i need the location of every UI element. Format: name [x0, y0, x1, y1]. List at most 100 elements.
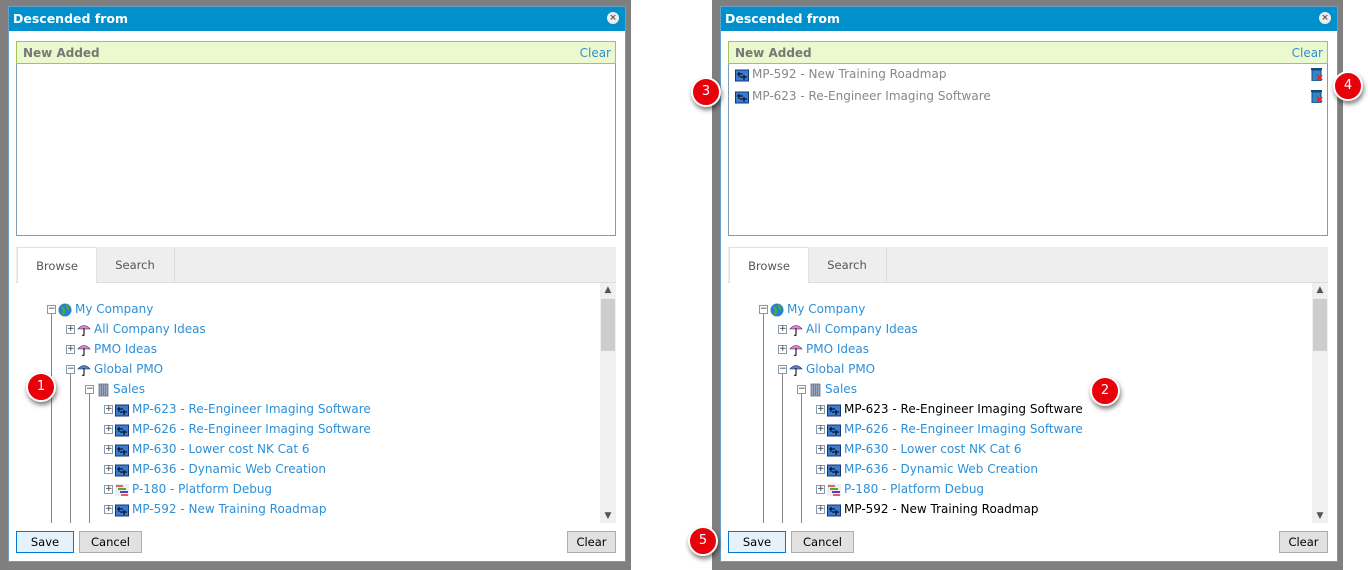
tree-node[interactable]: + All Company Ideas [66, 320, 206, 338]
callout-4: 4 [1333, 71, 1363, 101]
cancel-button[interactable]: Cancel [791, 531, 854, 553]
tab-search[interactable]: Search [96, 247, 175, 283]
tree-node[interactable]: + MP-630 - Lower cost NK Cat 6 [104, 440, 310, 458]
tree-node[interactable]: + MP-592 - New Training Roadmap [104, 500, 326, 518]
tree-scrollbar[interactable]: ▲ ▼ [1312, 283, 1328, 523]
save-button[interactable]: Save [728, 531, 786, 553]
scroll-up-icon[interactable]: ▲ [1312, 285, 1328, 295]
expand-icon[interactable]: + [104, 445, 113, 454]
expand-icon[interactable]: + [104, 425, 113, 434]
tree-node[interactable]: + PMO Ideas [778, 340, 869, 358]
tree-node[interactable]: + MP-630 - Lower cost NK Cat 6 [816, 440, 1022, 458]
tree-node[interactable]: + P-180 - Platform Debug [816, 480, 984, 498]
tree-node[interactable]: +MP-475 - Customer Survey [816, 520, 1004, 523]
tree-node[interactable]: + MP-636 - Dynamic Web Creation [104, 460, 326, 478]
tree-node[interactable]: + All Company Ideas [778, 320, 918, 338]
clear-button[interactable]: Clear [1279, 531, 1328, 553]
expand-icon[interactable]: + [104, 465, 113, 474]
tree-node-label[interactable]: MP-475 - Customer Survey [132, 522, 292, 523]
tree-node-label[interactable]: Global PMO [806, 362, 875, 376]
expand-icon[interactable]: + [816, 445, 825, 454]
globe-icon [58, 303, 72, 316]
tab-browse[interactable]: Browse [729, 247, 809, 283]
tree-node[interactable]: + MP-623 - Re-Engineer Imaging Software [104, 400, 371, 418]
close-icon[interactable]: × [1319, 12, 1331, 24]
expand-icon[interactable]: + [104, 405, 113, 414]
tree-node-label[interactable]: MP-592 - New Training Roadmap [132, 502, 326, 516]
cancel-button[interactable]: Cancel [79, 531, 142, 553]
tree-node[interactable]: − Sales [797, 380, 857, 398]
callout-2: 2 [1090, 376, 1120, 406]
tree-node[interactable]: + MP-626 - Re-Engineer Imaging Software [816, 420, 1083, 438]
expand-icon[interactable]: + [66, 325, 75, 334]
clear-added-link[interactable]: Clear [1292, 42, 1323, 64]
collapse-icon[interactable]: − [759, 305, 768, 314]
tree-node-label[interactable]: All Company Ideas [806, 322, 918, 336]
tree-node-label[interactable]: P-180 - Platform Debug [132, 482, 272, 496]
trash-delete-icon[interactable] [1311, 66, 1323, 82]
expand-icon[interactable]: + [104, 485, 113, 494]
tree-node[interactable]: + MP-623 - Re-Engineer Imaging Software [816, 400, 1083, 418]
collapse-icon[interactable]: − [797, 385, 806, 394]
tree-node-label[interactable]: PMO Ideas [806, 342, 869, 356]
scroll-down-icon[interactable]: ▼ [1312, 511, 1328, 521]
tree-node-label[interactable]: MP-623 - Re-Engineer Imaging Software [844, 402, 1083, 416]
scrollbar-thumb[interactable] [1313, 299, 1327, 351]
tree-node[interactable]: − My Company [759, 300, 865, 318]
tree-scrollbar[interactable]: ▲ ▼ [600, 283, 616, 523]
expand-icon[interactable]: + [816, 505, 825, 514]
tree-node-label[interactable]: MP-636 - Dynamic Web Creation [844, 462, 1038, 476]
scrollbar-thumb[interactable] [601, 299, 615, 351]
tree-node-label[interactable]: MP-630 - Lower cost NK Cat 6 [132, 442, 310, 456]
expand-icon[interactable]: + [778, 345, 787, 354]
tree-node-label[interactable]: My Company [75, 302, 153, 316]
save-button[interactable]: Save [16, 531, 74, 553]
collapse-icon[interactable]: − [778, 365, 787, 374]
trash-delete-icon[interactable] [1311, 88, 1323, 104]
clear-button[interactable]: Clear [567, 531, 616, 553]
tree-node[interactable]: +MP-475 - Customer Survey [104, 520, 292, 523]
umbrella-blue-icon [77, 364, 91, 376]
tab-search[interactable]: Search [808, 247, 887, 283]
expand-icon[interactable]: + [816, 485, 825, 494]
tree-node-label[interactable]: MP-592 - New Training Roadmap [844, 502, 1038, 516]
tree-node-label[interactable]: My Company [787, 302, 865, 316]
tree-node-label[interactable]: MP-623 - Re-Engineer Imaging Software [132, 402, 371, 416]
tree-node[interactable]: − Sales [85, 380, 145, 398]
tree-node-label[interactable]: Sales [113, 382, 145, 396]
expand-icon[interactable]: + [104, 505, 113, 514]
tree-node[interactable]: + MP-626 - Re-Engineer Imaging Software [104, 420, 371, 438]
tree-node[interactable]: − Global PMO [66, 360, 163, 378]
close-icon[interactable]: × [607, 12, 619, 24]
tree-node[interactable]: + MP-592 - New Training Roadmap [816, 500, 1038, 518]
collapse-icon[interactable]: − [66, 365, 75, 374]
scroll-up-icon[interactable]: ▲ [600, 285, 616, 295]
tree-node-label[interactable]: MP-636 - Dynamic Web Creation [132, 462, 326, 476]
expand-icon[interactable]: + [816, 425, 825, 434]
tree-node-label[interactable]: MP-626 - Re-Engineer Imaging Software [132, 422, 371, 436]
tree-node[interactable]: − My Company [47, 300, 153, 318]
tree-node-label[interactable]: PMO Ideas [94, 342, 157, 356]
tab-browse[interactable]: Browse [17, 247, 97, 283]
collapse-icon[interactable]: − [85, 385, 94, 394]
tree-node-label[interactable]: All Company Ideas [94, 322, 206, 336]
tree-node[interactable]: + P-180 - Platform Debug [104, 480, 272, 498]
tree-node-label[interactable]: MP-475 - Customer Survey [844, 522, 1004, 523]
expand-icon[interactable]: + [816, 405, 825, 414]
expand-icon[interactable]: + [816, 465, 825, 474]
expand-icon[interactable]: + [66, 345, 75, 354]
collapse-icon[interactable]: − [47, 305, 56, 314]
tree-node[interactable]: + PMO Ideas [66, 340, 157, 358]
tree-node-label[interactable]: Global PMO [94, 362, 163, 376]
scroll-down-icon[interactable]: ▼ [600, 511, 616, 521]
clear-added-link[interactable]: Clear [580, 42, 611, 64]
tree-node[interactable]: − Global PMO [778, 360, 875, 378]
project-icon [827, 404, 841, 416]
expand-icon[interactable]: + [778, 325, 787, 334]
tree-node[interactable]: + MP-636 - Dynamic Web Creation [816, 460, 1038, 478]
new-added-title: New Added [23, 46, 100, 60]
tree-node-label[interactable]: MP-630 - Lower cost NK Cat 6 [844, 442, 1022, 456]
tree-node-label[interactable]: P-180 - Platform Debug [844, 482, 984, 496]
tree-node-label[interactable]: MP-626 - Re-Engineer Imaging Software [844, 422, 1083, 436]
tree-node-label[interactable]: Sales [825, 382, 857, 396]
